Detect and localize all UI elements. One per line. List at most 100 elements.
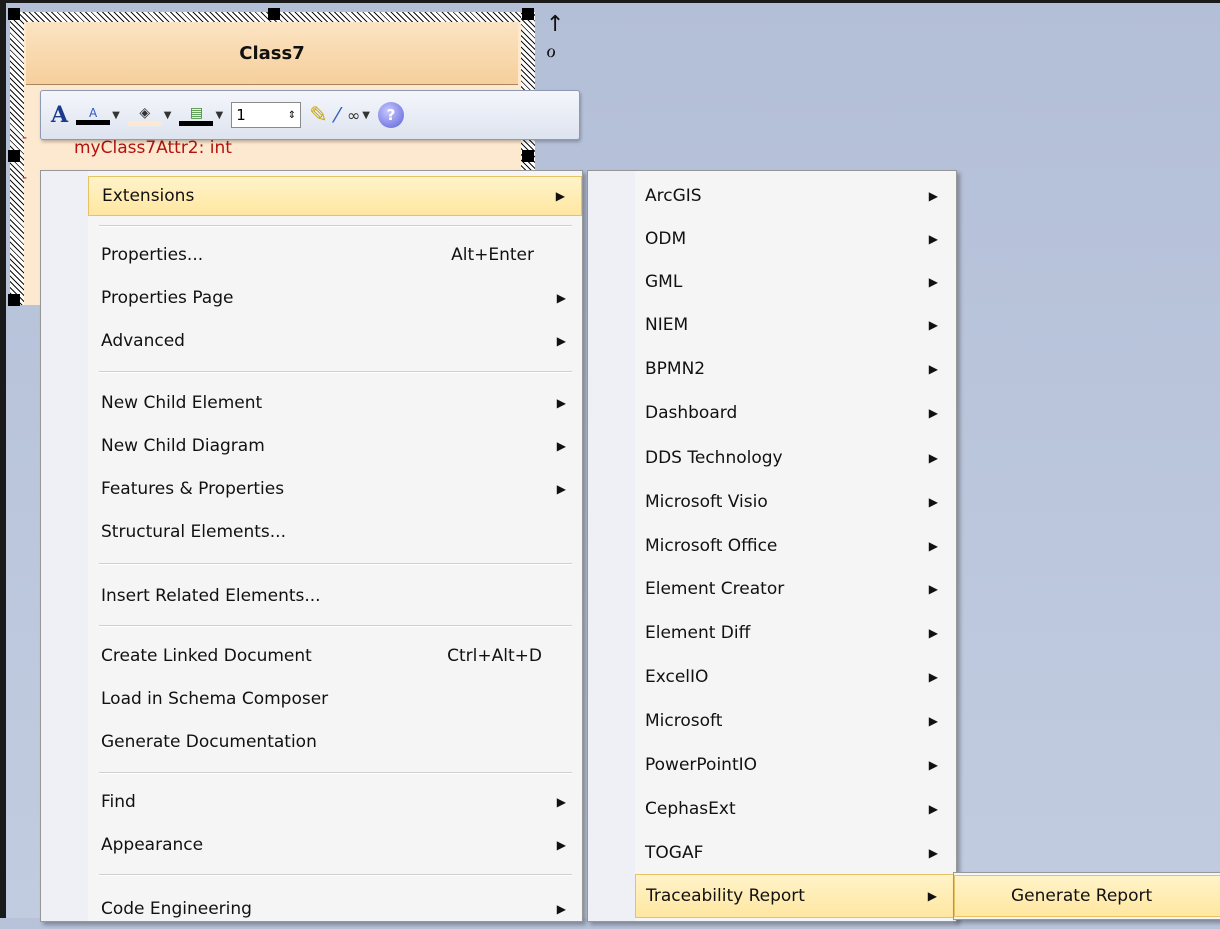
menu-item-label: Find — [101, 792, 136, 812]
menu-item-label: Insert Related Elements... — [101, 586, 321, 606]
submenu-arrow-icon: ▶ — [556, 396, 566, 410]
menu-item-label: Properties... — [101, 245, 204, 265]
menu-item-dashboard[interactable]: Dashboard ▶ — [635, 393, 956, 433]
submenu-arrow-icon: ▶ — [928, 232, 938, 246]
submenu-arrow-icon: ▶ — [928, 670, 938, 684]
resize-handle[interactable] — [268, 8, 280, 20]
submenu-arrow-icon: ▶ — [556, 439, 566, 453]
submenu-arrow-icon: ▶ — [928, 802, 938, 816]
menu-item-advanced[interactable]: Advanced ▶ — [88, 321, 582, 361]
menu-item-new-child-diagram[interactable]: New Child Diagram ▶ — [88, 426, 582, 466]
menu-item-microsoft-office[interactable]: Microsoft Office ▶ — [635, 526, 956, 566]
glasses-icon[interactable]: ∞ ▼ — [347, 106, 370, 125]
submenu-arrow-icon: ▶ — [928, 275, 938, 289]
menu-item-bpmn2[interactable]: BPMN2 ▶ — [635, 349, 956, 389]
quick-linker: ↑ ℴ — [546, 12, 586, 64]
menu-item-label: ExcelIO — [645, 667, 709, 687]
menu-item-appearance[interactable]: Appearance ▶ — [88, 825, 582, 865]
paint-icon[interactable]: ℴ — [546, 38, 586, 64]
menu-item-properties[interactable]: Properties... Alt+Enter — [88, 235, 582, 275]
menu-item-label: Microsoft Office — [645, 536, 778, 556]
resize-handle[interactable] — [8, 150, 20, 162]
menu-item-label: Microsoft Visio — [645, 492, 768, 512]
line-width-spinner[interactable]: 1 ⇕ — [231, 102, 302, 128]
menu-separator — [99, 874, 572, 876]
menu-item-element-creator[interactable]: Element Creator ▶ — [635, 569, 956, 609]
menu-item-label: BPMN2 — [645, 359, 706, 379]
font-color-icon[interactable]: A ▼ — [76, 106, 120, 125]
menu-item-load-in-schema-composer[interactable]: Load in Schema Composer — [88, 679, 582, 719]
help-icon[interactable]: ? — [378, 102, 404, 128]
menu-item-label: Features & Properties — [101, 479, 285, 499]
menu-item-shortcut: Alt+Enter — [451, 245, 534, 265]
submenu-arrow-icon: ▶ — [556, 838, 566, 852]
submenu-arrow-icon: ▶ — [556, 291, 566, 305]
menu-item-element-diff[interactable]: Element Diff ▶ — [635, 613, 956, 653]
submenu-arrow-icon: ▶ — [928, 714, 938, 728]
submenu-arrow-icon: ▶ — [928, 626, 938, 640]
menu-item-excelio[interactable]: ExcelIO ▶ — [635, 657, 956, 697]
menu-item-label: GML — [645, 272, 683, 292]
submenu-arrow-icon: ▶ — [556, 334, 566, 348]
menu-item-togaf[interactable]: TOGAF ▶ — [635, 833, 956, 873]
menu-item-dds-technology[interactable]: DDS Technology ▶ — [635, 438, 956, 478]
format-toolbar: A A ▼ ◈ ▼ ▤ ▼ 1 ⇕ ✎ ⁄ ∞ ▼ ? — [40, 90, 580, 140]
menu-item-label: Appearance — [101, 835, 204, 855]
menu-item-label: New Child Diagram — [101, 436, 265, 456]
resize-handle[interactable] — [8, 294, 20, 306]
menu-item-label: CephasExt — [645, 799, 736, 819]
menu-item-code-engineering[interactable]: Code Engineering ▶ — [88, 889, 582, 929]
menu-item-label: Load in Schema Composer — [101, 689, 329, 709]
menu-item-label: DDS Technology — [645, 448, 783, 468]
attribute-marker: - — [22, 170, 28, 186]
menu-item-microsoft[interactable]: Microsoft ▶ — [635, 701, 956, 741]
menu-item-label: Structural Elements... — [101, 522, 286, 542]
fill-color-icon[interactable]: ◈ ▼ — [127, 105, 171, 126]
menu-item-label: Generate Report — [1011, 886, 1153, 906]
menu-item-find[interactable]: Find ▶ — [88, 782, 582, 822]
up-arrow-icon[interactable]: ↑ — [546, 12, 586, 38]
eyedropper-icon[interactable]: ⁄ — [336, 103, 339, 127]
menu-item-label: ArcGIS — [645, 186, 702, 206]
menu-item-create-linked-document[interactable]: Create Linked Document Ctrl+Alt+D — [88, 636, 582, 676]
menu-item-traceability-report[interactable]: Traceability Report ▶ — [635, 874, 956, 918]
menu-item-cephasext[interactable]: CephasExt ▶ — [635, 789, 956, 829]
menu-item-insert-related-elements[interactable]: Insert Related Elements... — [88, 576, 582, 616]
resize-handle[interactable] — [522, 150, 534, 162]
menu-item-odm[interactable]: ODM ▶ — [635, 219, 956, 259]
menu-item-label: Properties Page — [101, 288, 234, 308]
submenu-arrow-icon: ▶ — [928, 758, 938, 772]
menu-item-gml[interactable]: GML ▶ — [635, 262, 956, 302]
menu-item-properties-page[interactable]: Properties Page ▶ — [88, 278, 582, 318]
menu-item-features-properties[interactable]: Features & Properties ▶ — [88, 469, 582, 509]
extensions-submenu: ArcGIS ▶ ODM ▶ GML ▶ NIEM ▶ BPMN2 ▶ Dashboard… — [587, 170, 957, 922]
submenu-arrow-icon: ▶ — [928, 846, 938, 860]
menu-item-label: Extensions — [102, 186, 195, 206]
class-name[interactable]: Class7 — [26, 22, 518, 85]
menu-item-label: Code Engineering — [101, 899, 252, 919]
window-left-border — [0, 0, 6, 918]
line-width-value: 1 — [236, 106, 246, 124]
menu-item-new-child-element[interactable]: New Child Element ▶ — [88, 383, 582, 423]
menu-item-niem[interactable]: NIEM ▶ — [635, 305, 956, 345]
submenu-arrow-icon: ▶ — [928, 451, 938, 465]
menu-separator — [99, 772, 572, 774]
resize-handle[interactable] — [8, 8, 20, 20]
format-painter-icon[interactable]: ✎ — [309, 103, 327, 128]
line-color-icon[interactable]: ▤ ▼ — [179, 105, 223, 126]
resize-handle[interactable] — [522, 8, 534, 20]
menu-item-structural-elements[interactable]: Structural Elements... — [88, 512, 582, 552]
menu-item-generate-report[interactable]: Generate Report — [954, 875, 1220, 917]
menu-item-arcgis[interactable]: ArcGIS ▶ — [635, 176, 956, 216]
spinner-arrows-icon[interactable]: ⇕ — [288, 110, 296, 121]
font-icon[interactable]: A — [51, 102, 68, 128]
menu-item-microsoft-visio[interactable]: Microsoft Visio ▶ — [635, 482, 956, 522]
menu-separator — [99, 225, 572, 227]
menu-item-generate-documentation[interactable]: Generate Documentation — [88, 722, 582, 762]
menu-item-powerpointio[interactable]: PowerPointIO ▶ — [635, 745, 956, 785]
submenu-arrow-icon: ▶ — [928, 495, 938, 509]
submenu-arrow-icon: ▶ — [556, 902, 566, 916]
menu-item-label: TOGAF — [645, 843, 704, 863]
menu-item-label: Create Linked Document — [101, 646, 312, 666]
menu-item-extensions[interactable]: Extensions ▶ — [88, 176, 582, 216]
